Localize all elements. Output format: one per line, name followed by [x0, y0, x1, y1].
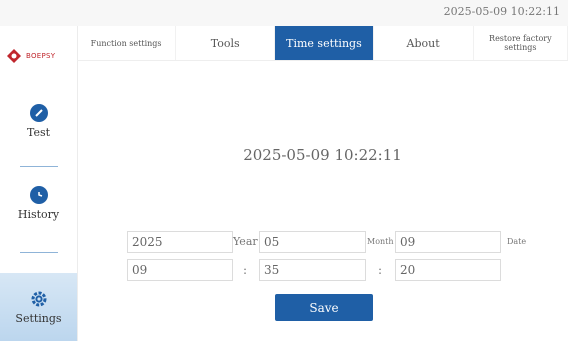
sidebar-item-test[interactable]: Test — [0, 104, 77, 139]
current-time-display: 2025-05-09 10:22:11 — [243, 146, 402, 164]
clock-icon — [29, 186, 48, 204]
sidebar: BOEPSY Test History Settings — [0, 26, 78, 341]
tab-function-settings[interactable]: Function settings — [77, 26, 177, 60]
gear-icon — [30, 290, 48, 308]
sidebar-divider — [20, 252, 58, 253]
logo-mark-icon — [7, 49, 21, 63]
second-field[interactable]: 20 — [395, 259, 501, 281]
sidebar-item-settings[interactable]: Settings — [0, 273, 77, 341]
hour-field[interactable]: 09 — [127, 259, 233, 281]
tab-restore-factory[interactable]: Restore factory settings — [474, 26, 568, 60]
sidebar-item-label: Test — [26, 126, 51, 139]
sidebar-item-history[interactable]: History — [0, 186, 77, 221]
sidebar-divider — [20, 166, 58, 167]
pencil-icon — [29, 104, 48, 122]
tab-time-settings[interactable]: Time settings — [275, 26, 374, 60]
date-field[interactable]: 09 — [395, 231, 501, 253]
status-clock: 2025-05-09 10:22:11 — [443, 5, 560, 18]
date-label: Date — [507, 237, 527, 246]
year-field[interactable]: 2025 — [127, 231, 233, 253]
year-label: Year — [233, 235, 258, 248]
settings-tabs: Function settings Tools Time settings Ab… — [77, 26, 568, 61]
sidebar-item-label: Settings — [15, 311, 62, 325]
tab-tools[interactable]: Tools — [176, 26, 276, 60]
tab-about[interactable]: About — [374, 26, 474, 60]
month-label: Month — [367, 237, 394, 246]
sidebar-item-label: History — [17, 208, 60, 221]
status-bar: 2025-05-09 10:22:11 — [0, 0, 568, 26]
logo-brand: BOEPSY — [26, 52, 56, 60]
save-button[interactable]: Save — [275, 294, 373, 321]
logo: BOEPSY — [6, 46, 72, 66]
time-separator: : — [378, 263, 383, 277]
time-separator: : — [243, 263, 248, 277]
minute-field[interactable]: 35 — [259, 259, 366, 281]
month-field[interactable]: 05 — [259, 231, 366, 253]
